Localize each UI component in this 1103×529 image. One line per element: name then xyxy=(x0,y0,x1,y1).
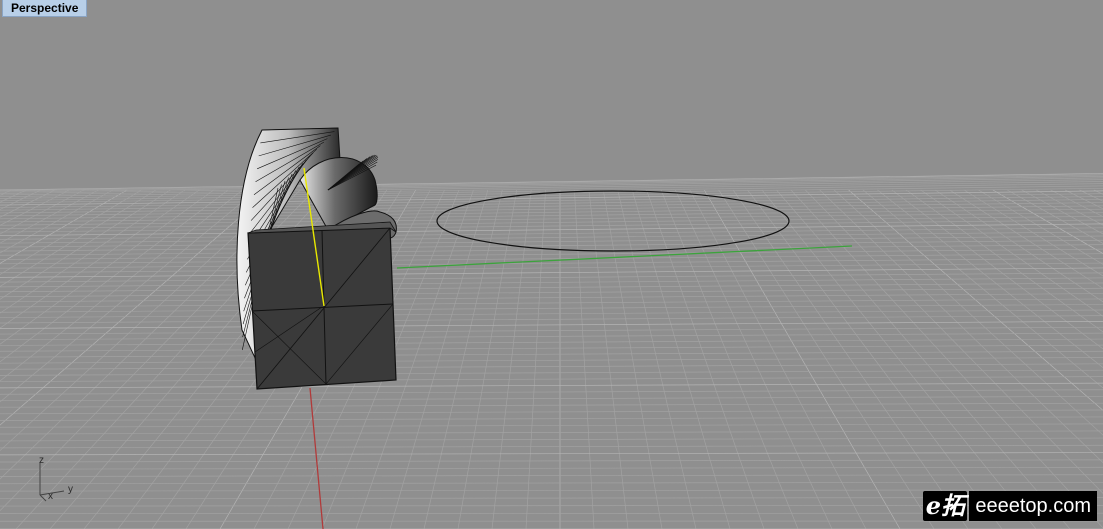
viewport-scene[interactable] xyxy=(0,0,1103,529)
world-axes-icon: z x y xyxy=(30,455,90,505)
viewport-title-tab[interactable]: Perspective xyxy=(2,0,88,17)
x-axis-label: x xyxy=(48,491,53,502)
z-axis-label: z xyxy=(39,455,44,466)
watermark-site-text: eeeetop.com xyxy=(969,491,1097,521)
watermark: e拓 eeeetop.com xyxy=(923,491,1097,521)
perspective-viewport[interactable]: Perspective z x y e拓 eeeetop.com xyxy=(0,0,1103,529)
watermark-logo: e拓 xyxy=(923,491,968,521)
y-axis-label: y xyxy=(68,484,73,495)
